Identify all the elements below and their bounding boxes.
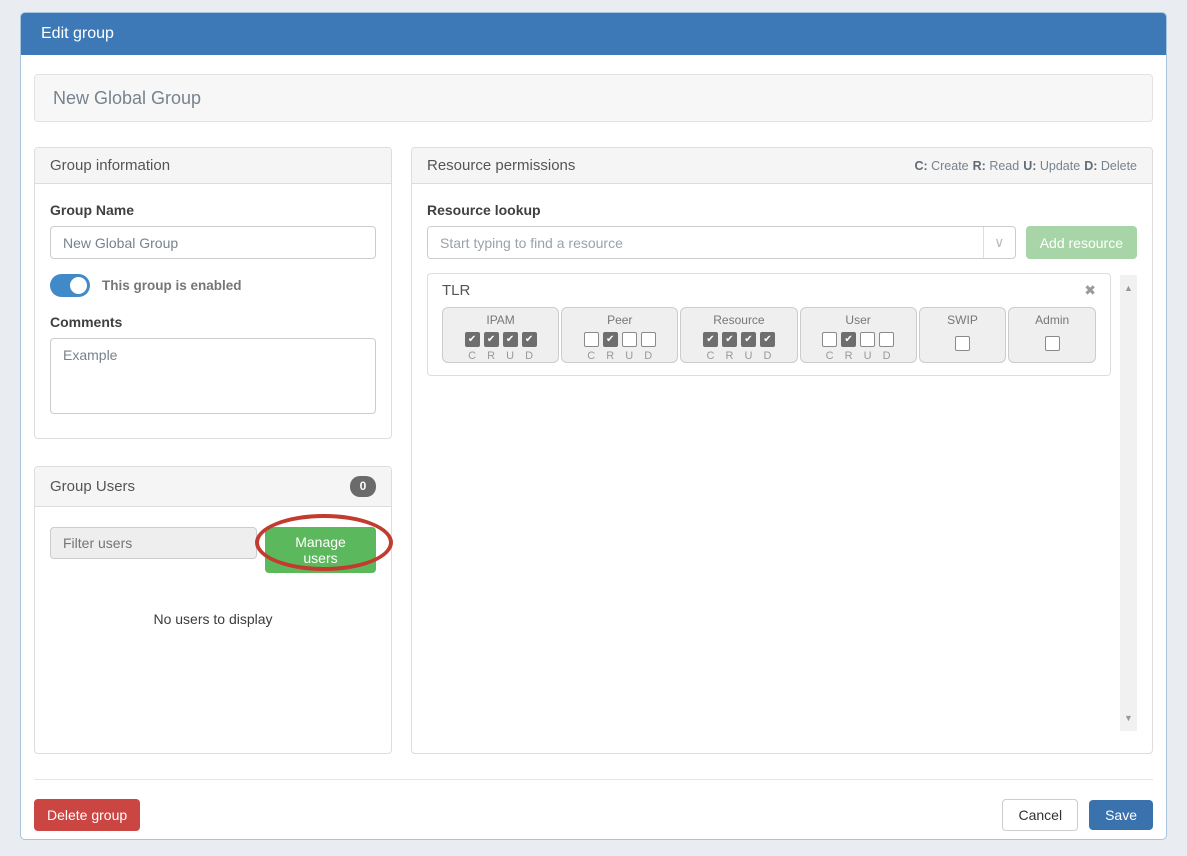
scrollbar[interactable]: ▲ ▼ xyxy=(1120,275,1137,731)
group-name-label: Group Name xyxy=(50,202,376,218)
dialog-title-bar: Edit group xyxy=(21,13,1166,55)
ipam-c-checkbox[interactable]: ✔ xyxy=(465,332,480,347)
crud-letters: CRUD xyxy=(820,350,896,362)
crud-letters: CRUD xyxy=(463,350,539,362)
peer-u-checkbox[interactable] xyxy=(622,332,637,347)
peer-c-checkbox[interactable] xyxy=(584,332,599,347)
permission-group-resource: Resource ✔ ✔ ✔ ✔ CRUD xyxy=(680,307,797,363)
dialog-body: New Global Group Group information Group… xyxy=(21,55,1166,842)
permission-group-admin: Admin xyxy=(1008,307,1096,363)
resource-d-checkbox[interactable]: ✔ xyxy=(760,332,775,347)
group-information-header: Group information xyxy=(35,148,391,184)
group-name-input[interactable] xyxy=(50,226,376,259)
dialog-title: Edit group xyxy=(41,25,114,42)
ipam-u-checkbox[interactable]: ✔ xyxy=(503,332,518,347)
user-r-checkbox[interactable]: ✔ xyxy=(841,332,856,347)
edit-group-dialog: Edit group New Global Group Group inform… xyxy=(20,12,1167,840)
chevron-down-icon[interactable]: ∨ xyxy=(983,227,1015,258)
resource-r-checkbox[interactable]: ✔ xyxy=(722,332,737,347)
ipam-r-checkbox[interactable]: ✔ xyxy=(484,332,499,347)
crud-letters: CRUD xyxy=(582,350,658,362)
delete-group-button[interactable]: Delete group xyxy=(34,799,140,831)
permission-group-peer: Peer ✔ CRUD xyxy=(561,307,678,363)
admin-enabled-checkbox[interactable] xyxy=(1045,336,1060,351)
resource-name: TLR xyxy=(442,282,470,299)
comments-label: Comments xyxy=(50,314,376,330)
resource-list: TLR ✖ IPAM ✔ ✔ ✔ ✔ CRUD Peer ✔ CRUD Resource ✔ ✔ ✔ ✔ C… xyxy=(427,273,1137,731)
user-u-checkbox[interactable] xyxy=(860,332,875,347)
group-information-panel: Group information Group Name This group … xyxy=(34,147,392,439)
filter-users-input[interactable] xyxy=(50,527,257,559)
user-count-badge: 0 xyxy=(350,476,376,497)
peer-r-checkbox[interactable]: ✔ xyxy=(603,332,618,347)
dialog-footer: Delete group Cancel Save xyxy=(34,779,1153,831)
user-c-checkbox[interactable] xyxy=(822,332,837,347)
user-d-checkbox[interactable] xyxy=(879,332,894,347)
group-title-box: New Global Group xyxy=(34,74,1153,122)
group-enabled-toggle[interactable] xyxy=(50,274,90,297)
resource-c-checkbox[interactable]: ✔ xyxy=(703,332,718,347)
manage-users-button[interactable]: Manage users xyxy=(265,527,376,573)
permission-category-label: User xyxy=(845,313,870,327)
crud-legend: C: CreateR: ReadU: UpdateD: Delete xyxy=(910,159,1137,173)
resource-lookup-input[interactable] xyxy=(428,227,983,258)
content-columns: Group information Group Name This group … xyxy=(34,147,1153,754)
permission-group-ipam: IPAM ✔ ✔ ✔ ✔ CRUD xyxy=(442,307,559,363)
enabled-toggle-row: This group is enabled xyxy=(50,274,376,297)
permission-category-label: Resource xyxy=(713,313,764,327)
group-title-text: New Global Group xyxy=(53,88,201,108)
peer-d-checkbox[interactable] xyxy=(641,332,656,347)
group-users-header: Group Users 0 xyxy=(35,467,391,507)
comments-textarea[interactable]: Example xyxy=(50,338,376,414)
panel-title: Resource permissions xyxy=(427,157,575,174)
toggle-knob xyxy=(70,277,87,294)
swip-enabled-checkbox[interactable] xyxy=(955,336,970,351)
resource-lookup-combo: ∨ xyxy=(427,226,1016,259)
panel-title: Group Users xyxy=(50,478,135,495)
left-column: Group information Group Name This group … xyxy=(34,147,392,754)
resource-u-checkbox[interactable]: ✔ xyxy=(741,332,756,347)
group-users-panel: Group Users 0 Manage users No users to d… xyxy=(34,466,392,754)
cancel-button[interactable]: Cancel xyxy=(1002,799,1078,831)
scroll-up-icon[interactable]: ▲ xyxy=(1120,283,1137,293)
permission-category-label: Peer xyxy=(607,313,632,327)
scroll-down-icon[interactable]: ▼ xyxy=(1120,713,1137,723)
permission-group-swip: SWIP xyxy=(919,307,1007,363)
no-users-message: No users to display xyxy=(50,611,376,627)
permission-category-label: Admin xyxy=(1035,313,1069,327)
resource-card: TLR ✖ IPAM ✔ ✔ ✔ ✔ CRUD Peer ✔ CRUD Resource ✔ ✔ ✔ ✔ C… xyxy=(427,273,1111,376)
crud-letters: CRUD xyxy=(701,350,777,362)
add-resource-button[interactable]: Add resource xyxy=(1026,226,1137,259)
permission-category-label: SWIP xyxy=(947,313,978,327)
enabled-label: This group is enabled xyxy=(102,278,242,293)
panel-title: Group information xyxy=(50,157,170,174)
ipam-d-checkbox[interactable]: ✔ xyxy=(522,332,537,347)
permission-category-label: IPAM xyxy=(486,313,514,327)
resource-permissions-panel: Resource permissions C: CreateR: ReadU: … xyxy=(411,147,1153,754)
permission-groups-row: IPAM✔✔✔✔CRUDPeer✔CRUDResource✔✔✔✔CRUDUse… xyxy=(442,307,1096,363)
remove-resource-icon[interactable]: ✖ xyxy=(1084,282,1096,299)
resource-lookup-label: Resource lookup xyxy=(427,202,1137,218)
resource-permissions-header: Resource permissions C: CreateR: ReadU: … xyxy=(412,148,1152,184)
permission-group-user: User ✔ CRUD xyxy=(800,307,917,363)
save-button[interactable]: Save xyxy=(1089,800,1153,830)
